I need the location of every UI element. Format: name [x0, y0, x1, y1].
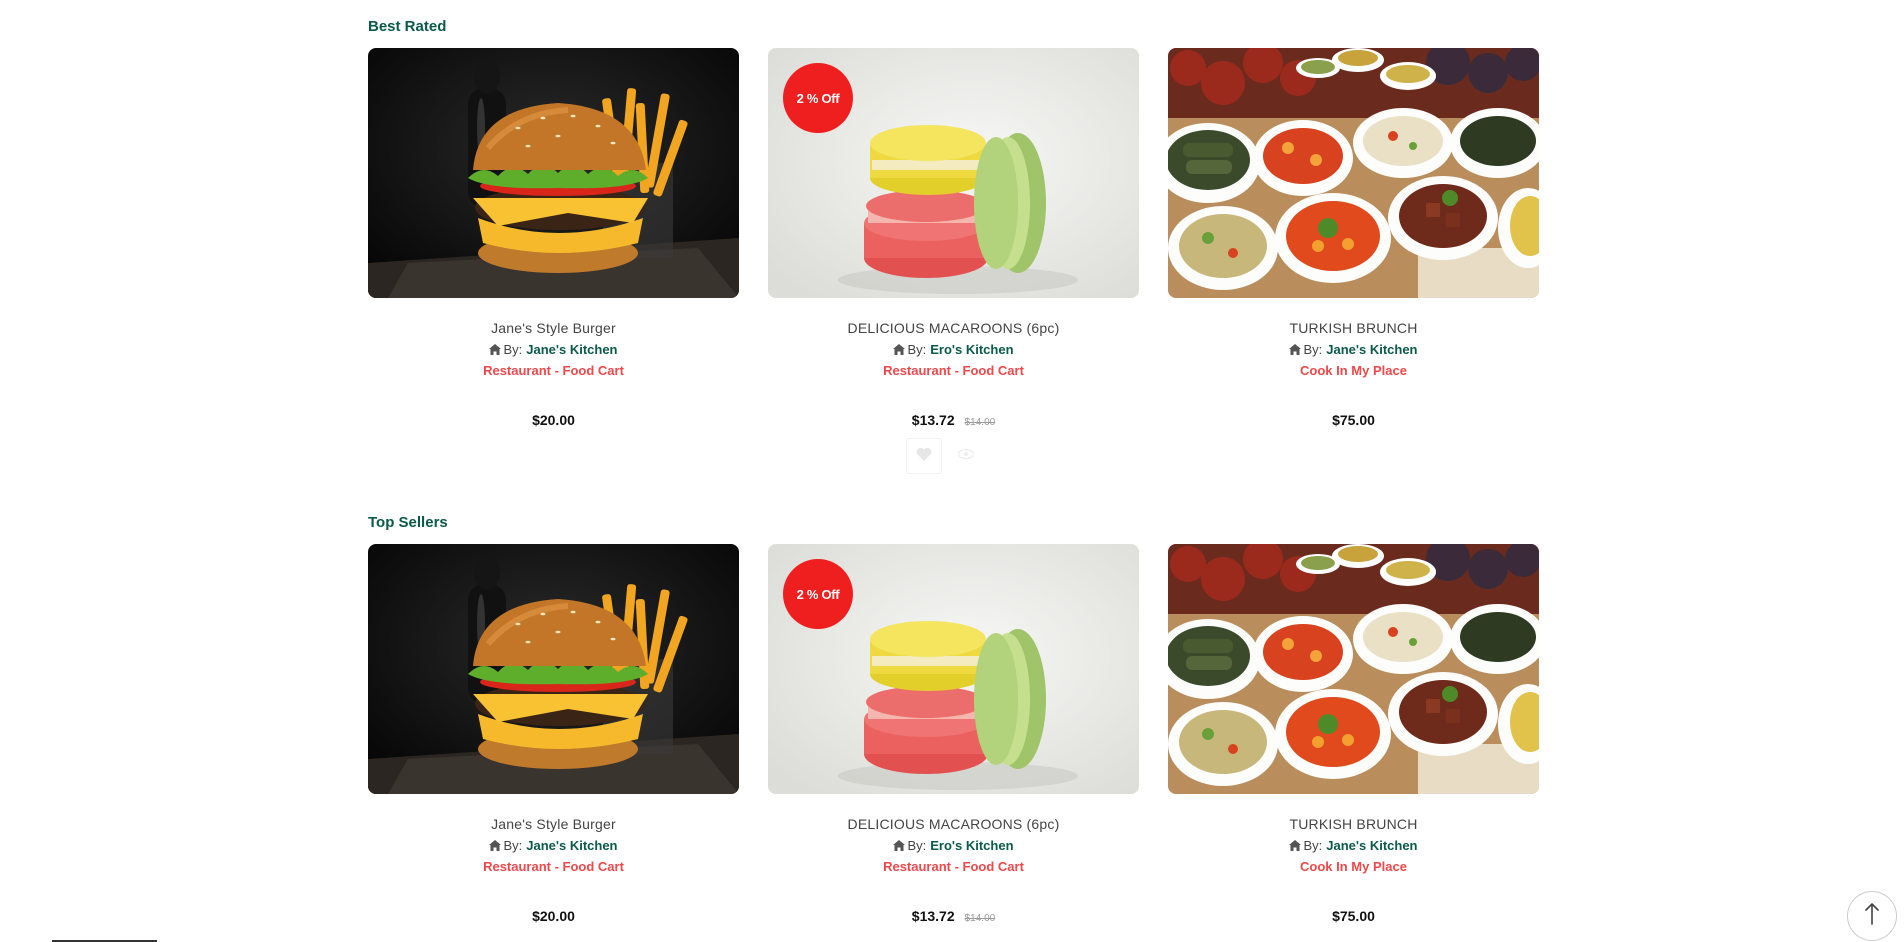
product-category[interactable]: Restaurant - Food Cart — [768, 363, 1139, 378]
by-label: By: — [503, 342, 523, 357]
product-price: $13.72 — [911, 412, 955, 428]
product-name[interactable]: Jane's Style Burger — [368, 816, 739, 832]
product-category[interactable]: Restaurant - Food Cart — [768, 859, 1139, 874]
product-vendor-line: By: Jane's Kitchen — [368, 838, 739, 854]
product-vendor-line: By: Ero's Kitchen — [768, 838, 1139, 854]
vendor-link[interactable]: Jane's Kitchen — [526, 342, 617, 357]
home-icon — [1289, 343, 1302, 358]
product-vendor-line: By: Ero's Kitchen — [768, 342, 1139, 358]
by-label: By: — [1303, 838, 1323, 853]
product-name[interactable]: DELICIOUS MACAROONS (6pc) — [768, 816, 1139, 832]
section-title: Top Sellers — [368, 514, 448, 531]
scroll-to-top-button[interactable] — [1847, 891, 1897, 941]
product-old-price: $14.00 — [964, 913, 996, 924]
product-price-line: $75.00 — [1168, 412, 1539, 428]
eye-icon — [957, 446, 975, 464]
product-name[interactable]: TURKISH BRUNCH — [1168, 320, 1539, 336]
vendor-link[interactable]: Ero's Kitchen — [930, 838, 1013, 853]
vendor-link[interactable]: Jane's Kitchen — [526, 838, 617, 853]
home-icon — [893, 343, 906, 358]
product-category[interactable]: Cook In My Place — [1168, 859, 1539, 874]
product-price-line: $13.72 $14.00 — [768, 412, 1139, 428]
product-card[interactable]: Jane's Style Burger By: Jane's Kitchen Re… — [368, 544, 739, 924]
product-price: $13.72 — [911, 908, 955, 924]
vendor-link[interactable]: Jane's Kitchen — [1326, 838, 1417, 853]
page: Best Rated Jane's Style Burger By: Jane's… — [0, 0, 1904, 942]
heart-icon — [916, 447, 932, 466]
by-label: By: — [907, 342, 927, 357]
product-price: $20.00 — [532, 908, 575, 924]
product-category[interactable]: Restaurant - Food Cart — [368, 859, 739, 874]
section-top-sellers: Top Sellers Jane's Style Burger By: Jane'… — [368, 514, 1539, 942]
wishlist-button[interactable] — [906, 438, 942, 474]
product-card[interactable]: Jane's Style Burger By: Jane's Kitchen Re… — [368, 48, 739, 428]
product-price: $20.00 — [532, 412, 575, 428]
product-price-line: $20.00 — [368, 412, 739, 428]
discount-badge: 2 % Off — [783, 63, 853, 133]
home-icon — [1289, 839, 1302, 854]
product-price: $75.00 — [1332, 908, 1375, 924]
product-old-price: $14.00 — [964, 417, 996, 428]
product-image[interactable] — [1168, 48, 1539, 298]
product-price-line: $20.00 — [368, 908, 739, 924]
product-card[interactable]: 2 % Off DELICIOUS MACAROONS (6pc) By: Ero… — [768, 48, 1139, 474]
product-vendor-line: By: Jane's Kitchen — [1168, 838, 1539, 854]
product-vendor-line: By: Jane's Kitchen — [368, 342, 739, 358]
product-price: $75.00 — [1332, 412, 1375, 428]
discount-badge: 2 % Off — [783, 559, 853, 629]
product-card[interactable]: TURKISH BRUNCH By: Jane's Kitchen Cook In… — [1168, 544, 1539, 924]
section-title: Best Rated — [368, 18, 447, 35]
home-icon — [489, 839, 502, 854]
product-card[interactable]: TURKISH BRUNCH By: Jane's Kitchen Cook In… — [1168, 48, 1539, 428]
product-image[interactable] — [1168, 544, 1539, 794]
product-hover-actions — [906, 438, 1006, 474]
section-best-rated: Best Rated Jane's Style Burger By: Jane's… — [368, 18, 1539, 474]
product-price-line: $75.00 — [1168, 908, 1539, 924]
product-vendor-line: By: Jane's Kitchen — [1168, 342, 1539, 358]
product-card[interactable]: 2 % Off DELICIOUS MACAROONS (6pc) By: Ero… — [768, 544, 1139, 924]
product-name[interactable]: TURKISH BRUNCH — [1168, 816, 1539, 832]
product-image[interactable]: 2 % Off — [768, 544, 1139, 794]
product-name[interactable]: Jane's Style Burger — [368, 320, 739, 336]
product-category[interactable]: Cook In My Place — [1168, 363, 1539, 378]
product-image[interactable]: 2 % Off — [768, 48, 1139, 298]
by-label: By: — [907, 838, 927, 853]
arrow-up-icon — [1865, 902, 1879, 930]
quick-view-button[interactable] — [956, 447, 976, 463]
home-icon — [893, 839, 906, 854]
by-label: By: — [503, 838, 523, 853]
vendor-link[interactable]: Ero's Kitchen — [930, 342, 1013, 357]
product-name[interactable]: DELICIOUS MACAROONS (6pc) — [768, 320, 1139, 336]
product-price-line: $13.72 $14.00 — [768, 908, 1139, 924]
vendor-link[interactable]: Jane's Kitchen — [1326, 342, 1417, 357]
home-icon — [489, 343, 502, 358]
product-image[interactable] — [368, 544, 739, 794]
by-label: By: — [1303, 342, 1323, 357]
product-category[interactable]: Restaurant - Food Cart — [368, 363, 739, 378]
product-image[interactable] — [368, 48, 739, 298]
